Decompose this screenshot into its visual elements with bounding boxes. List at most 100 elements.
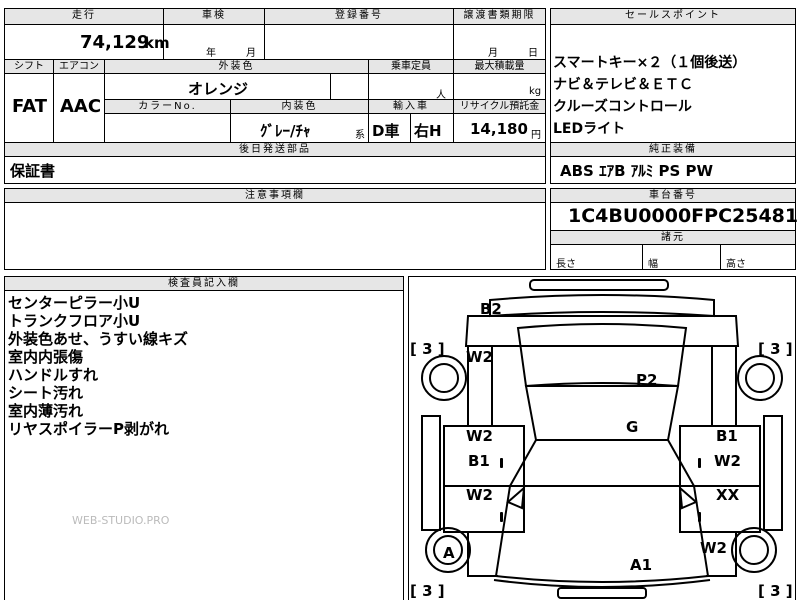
max-load-label: 最大積載量 [474, 61, 525, 72]
rear-spoiler-shape [529, 279, 669, 291]
left-fender-shape [467, 532, 498, 577]
later-parts-header: 後日発送部品 [4, 142, 546, 157]
windshield-shape [508, 439, 696, 487]
right-skirt-shape [763, 415, 783, 531]
transfer-month-unit: 月 [488, 48, 498, 59]
inspector-note-1: センターピラー小U [8, 294, 141, 312]
left-mirror-shape [506, 485, 526, 510]
front-grille-shape [557, 587, 647, 599]
tire-grade-rear-left-value: 3 [422, 340, 433, 358]
mileage-header: 走行 [4, 8, 164, 25]
inspector-note-4: 室内内張傷 [8, 348, 84, 366]
inspector-header: 検査員記入欄 [4, 276, 404, 291]
tire-grade-rear-right-value: 3 [770, 340, 781, 358]
tire-grade-front-right-value: 3 [770, 582, 781, 600]
standard-equipment-label: 純正装備 [649, 144, 697, 155]
sales-point-label: セールスポイント [625, 10, 721, 21]
mark-right-rear-door-a: B1 [716, 427, 738, 445]
mark-left-rear-door-a: W2 [466, 427, 493, 445]
later-parts-value: 保証書 [10, 162, 56, 180]
mileage-label: 走行 [72, 10, 96, 21]
chassis-number: 1C4BU0000FPC25481 [568, 205, 799, 227]
inspector-note-6: シート汚れ [8, 384, 84, 402]
right-mirror-shape [678, 485, 698, 510]
capacity-label: 乗車定員 [391, 61, 431, 72]
color-no-header: カラーNo. [104, 99, 231, 114]
steering-value: 右H [414, 122, 442, 140]
length-label: 長さ [556, 259, 576, 270]
aircon-label: エアコン [59, 61, 99, 72]
dimensions-label: 諸元 [661, 232, 685, 243]
recycle-header: リサイクル預託金 [453, 99, 546, 114]
height-label: 高さ [726, 259, 746, 270]
chassis-header: 車台番号 [550, 188, 796, 203]
inspector-note-7: 室内薄汚れ [8, 402, 84, 420]
interior-suffix: 系 [355, 130, 365, 141]
mark-left-rear-door-b: B1 [468, 452, 490, 470]
roof-shape [524, 385, 680, 441]
standard-equipment-value: ABS ｴｱB ｱﾙﾐ PS PW [560, 162, 714, 180]
right-quarter-shape [711, 346, 737, 427]
rear-panel-shape [464, 315, 740, 347]
mark-front-right-fender: W2 [700, 539, 727, 557]
registration-label: 登録番号 [335, 10, 383, 21]
standard-equipment-header: 純正装備 [550, 142, 796, 157]
inspector-note-3: 外装色あせ、うすい線キズ [8, 330, 189, 348]
rear-left-wheel-shape [421, 355, 467, 401]
mark-floor: G [626, 418, 639, 436]
import-type-value: D車 [372, 122, 400, 140]
tire-grade-rear-right: [ 3 ] [758, 340, 793, 358]
front-right-wheel-shape [731, 527, 777, 573]
mark-hood: A1 [630, 556, 653, 574]
transfer-label: 譲渡書類期限 [463, 10, 536, 21]
import-label: 輸入車 [393, 101, 429, 112]
registration-header: 登録番号 [264, 8, 454, 25]
mark-right-rear-door-b: W2 [714, 452, 741, 470]
watermark: WEB-STUDIO.PRO [72, 514, 170, 527]
interior-header: 内装色 [230, 99, 369, 114]
chassis-label: 車台番号 [649, 190, 697, 201]
shift-header: シフト [4, 59, 54, 74]
rear-right-wheel-shape [737, 355, 783, 401]
mark-right-front-door: XX [716, 486, 740, 504]
max-load-header: 最大積載量 [453, 59, 546, 74]
transfer-header: 譲渡書類期限 [453, 8, 546, 25]
mark-rear-bumper: B2 [480, 300, 502, 318]
mark-roof: P2 [636, 371, 658, 389]
recycle-label: リサイクル預託金 [459, 101, 540, 112]
mileage-value: 74,129 [80, 32, 150, 53]
mark-rear-left-panel: W2 [466, 348, 493, 366]
inspector-note-8: リヤスポイラーP剥がれ [8, 420, 169, 438]
left-skirt-shape [421, 415, 441, 531]
capacity-header: 乗車定員 [368, 59, 454, 74]
recycle-unit: 円 [531, 130, 541, 141]
shift-label: シフト [14, 61, 44, 72]
width-label: 幅 [648, 259, 658, 270]
tire-grade-front-right: [ 3 ] [758, 582, 793, 600]
sales-point-2: ナビ＆テレビ＆ＥＴＣ [553, 77, 693, 93]
interior-label: 内装色 [281, 101, 318, 112]
sales-point-header: セールスポイント [550, 8, 796, 25]
mark-left-front-door: W2 [466, 486, 493, 504]
inspection-year-unit: 年 [206, 48, 216, 59]
aircon-value: AAC [60, 96, 102, 117]
caution-label: 注意事項欄 [245, 190, 305, 201]
exterior-color-value: オレンジ [188, 80, 249, 98]
inspector-label: 検査員記入欄 [168, 278, 240, 289]
tire-grade-rear-left: [ 3 ] [410, 340, 445, 358]
inspection-header: 車検 [163, 8, 265, 25]
inspector-note-5: ハンドルすれ [8, 366, 99, 384]
exterior-color-header: 外装色 [104, 59, 369, 74]
dimensions-header: 諸元 [550, 230, 796, 245]
later-parts-label: 後日発送部品 [239, 144, 311, 155]
sales-point-1: スマートキー×２（１個後送） [553, 55, 747, 71]
tire-grade-front-left-value: 3 [422, 582, 433, 600]
hood-shape [494, 485, 710, 583]
sales-point-4: LEDライト [553, 121, 626, 137]
rear-window-shape [516, 323, 688, 388]
sales-point-3: クルーズコントロール [553, 99, 692, 115]
inspection-month-unit: 月 [246, 48, 256, 59]
mileage-unit: km [144, 34, 170, 52]
import-header: 輸入車 [368, 99, 454, 114]
tire-grade-front-left: [ 3 ] [410, 582, 445, 600]
